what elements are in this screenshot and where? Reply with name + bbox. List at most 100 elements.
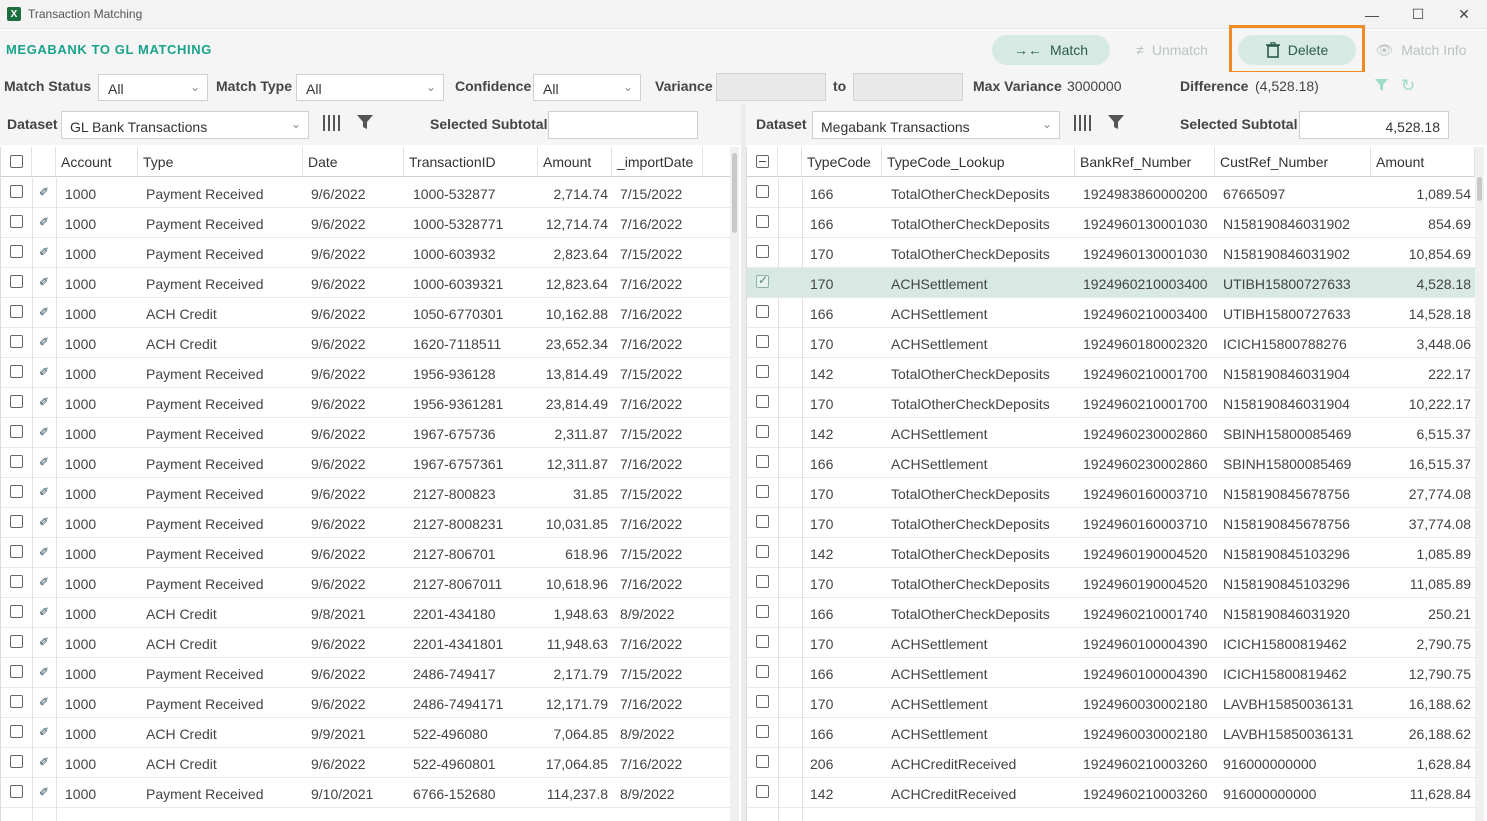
table-row[interactable]: ✐ 1000 Payment Received 9/6/2022 1967-675736… — [1, 448, 731, 478]
match-button[interactable]: →← Match — [992, 35, 1110, 65]
edit-icon[interactable]: ✐ — [39, 215, 49, 229]
table-row[interactable]: ✐ 1000 Payment Received 9/6/2022 1956-936128… — [1, 388, 731, 418]
match-info-button[interactable]: 👁 Match Info — [1366, 35, 1476, 65]
table-row[interactable]: ✐ 1000 Payment Received 9/6/2022 1967-675736… — [1, 418, 731, 448]
row-checkbox[interactable] — [10, 215, 23, 228]
left-scrollbar[interactable] — [730, 147, 739, 821]
table-row[interactable]: ✐ 1000 ACH Credit 9/9/2021 522-496080 7,064.8… — [1, 718, 731, 748]
column-header-bankref-number[interactable]: BankRef_Number — [1075, 147, 1215, 177]
row-checkbox[interactable] — [10, 605, 23, 618]
table-row[interactable]: ✐ 1000 Payment Received 9/6/2022 2127-800823… — [1, 478, 731, 508]
column-header-transactionid[interactable]: TransactionID — [404, 147, 538, 177]
row-checkbox[interactable] — [756, 273, 769, 288]
column-header-custref-number[interactable]: CustRef_Number — [1215, 147, 1371, 177]
row-checkbox[interactable] — [756, 305, 769, 318]
table-row[interactable]: ✐ 1000 Payment Received 9/6/2022 2127-806701… — [1, 538, 731, 568]
row-checkbox[interactable] — [10, 425, 23, 438]
column-header-amount[interactable]: Amount — [1371, 147, 1475, 177]
edit-icon[interactable]: ✐ — [39, 335, 49, 349]
row-checkbox[interactable] — [756, 665, 769, 678]
table-row[interactable]: 142 TotalOtherCheckDeposits 19249602100017… — [747, 358, 1475, 388]
table-row[interactable]: 170 ACHSettlement 1924960210003400 UTIBH158… — [747, 268, 1475, 298]
row-checkbox[interactable] — [756, 515, 769, 528]
edit-icon[interactable]: ✐ — [39, 635, 49, 649]
edit-icon[interactable]: ✐ — [39, 455, 49, 469]
filter-icon[interactable] — [357, 115, 373, 135]
table-row[interactable]: ✐ 1000 Payment Received 9/6/2022 1956-936128… — [1, 358, 731, 388]
table-row[interactable]: 166 ACHSettlement 1924960230002860 SBINH158… — [747, 448, 1475, 478]
row-checkbox[interactable] — [756, 245, 769, 258]
columns-icon[interactable] — [323, 115, 340, 136]
left-dataset-select[interactable]: GL Bank Transactions ⌄ — [61, 111, 309, 139]
row-checkbox[interactable] — [10, 485, 23, 498]
row-checkbox[interactable] — [10, 575, 23, 588]
row-checkbox[interactable] — [10, 665, 23, 678]
left-subtotal-field[interactable] — [548, 111, 698, 139]
table-row[interactable]: ✐ 1000 Payment Received 9/6/2022 1000-603932… — [1, 268, 731, 298]
table-row[interactable]: ✐ 1000 Payment Received 9/6/2022 2486-749417… — [1, 688, 731, 718]
row-checkbox[interactable] — [10, 515, 23, 528]
row-checkbox[interactable] — [756, 485, 769, 498]
right-scrollbar-thumb[interactable] — [1477, 177, 1482, 201]
variance-to-input[interactable] — [853, 73, 963, 101]
edit-icon[interactable]: ✐ — [39, 695, 49, 709]
row-checkbox[interactable] — [756, 425, 769, 438]
row-checkbox[interactable] — [756, 545, 769, 558]
table-row[interactable]: ✐ 1000 ACH Credit 9/6/2022 1050-6770301 10,16… — [1, 298, 731, 328]
row-checkbox[interactable] — [756, 755, 769, 768]
row-checkbox[interactable] — [756, 215, 769, 228]
row-checkbox[interactable] — [10, 785, 23, 798]
left-scrollbar-thumb[interactable] — [732, 153, 737, 233]
filter-icon[interactable] — [1374, 78, 1389, 97]
row-checkbox[interactable] — [10, 545, 23, 558]
row-checkbox[interactable] — [756, 725, 769, 738]
row-checkbox[interactable] — [756, 785, 769, 798]
table-row[interactable]: 170 ACHSettlement 1924960180002320 ICICH158… — [747, 328, 1475, 358]
filter-icon[interactable] — [1108, 115, 1124, 135]
edit-icon[interactable]: ✐ — [39, 665, 49, 679]
row-checkbox[interactable] — [10, 305, 23, 318]
row-checkbox[interactable] — [756, 365, 769, 378]
column-header-amount[interactable]: Amount — [538, 147, 612, 177]
row-checkbox[interactable] — [10, 335, 23, 348]
row-checkbox[interactable] — [10, 365, 23, 378]
column-header-typecode-lookup[interactable]: TypeCode_Lookup — [882, 147, 1075, 177]
table-row[interactable]: ✐ 1000 Payment Received 9/6/2022 1000-532877… — [1, 208, 731, 238]
table-row[interactable]: ✐ 1000 Payment Received 9/6/2022 1000-603932… — [1, 238, 731, 268]
table-row[interactable]: ✐ 1000 Payment Received 9/6/2022 1000-532877… — [1, 178, 731, 208]
table-row[interactable]: ✐ 1000 Payment Received 9/6/2022 2127-806701… — [1, 568, 731, 598]
table-row[interactable]: ✐ 1000 ACH Credit 9/6/2022 522-4960801 17,064… — [1, 748, 731, 778]
row-checkbox[interactable] — [10, 245, 23, 258]
table-row[interactable]: ✐ 1000 Payment Received 9/6/2022 2486-749417… — [1, 658, 731, 688]
table-row[interactable]: 166 TotalOtherCheckDeposits 19249602100017… — [747, 598, 1475, 628]
column-header-importdate[interactable]: _importDate — [612, 147, 703, 177]
table-row[interactable]: 166 ACHSettlement 1924960030002180 LAVBH158… — [747, 718, 1475, 748]
table-row[interactable]: 166 ACHSettlement 1924960100004390 ICICH158… — [747, 658, 1475, 688]
column-header-type[interactable]: Type — [138, 147, 303, 177]
table-row[interactable]: 170 TotalOtherCheckDeposits 19249602100017… — [747, 388, 1475, 418]
table-row[interactable]: 170 ACHSettlement 1924960100004390 ICICH158… — [747, 628, 1475, 658]
table-row[interactable]: ✐ 1000 Payment Received 9/10/2021 6766-15268… — [1, 778, 731, 808]
edit-icon[interactable]: ✐ — [39, 545, 49, 559]
edit-icon[interactable]: ✐ — [39, 395, 49, 409]
close-icon[interactable]: ✕ — [1441, 0, 1487, 29]
edit-icon[interactable]: ✐ — [39, 515, 49, 529]
table-row[interactable]: 166 ACHSettlement 1924960210003400 UTIBH158… — [747, 298, 1475, 328]
table-row[interactable]: 166 TotalOtherCheckDeposits 19249601300010… — [747, 208, 1475, 238]
column-header-typecode[interactable]: TypeCode — [802, 147, 882, 177]
column-header-date[interactable]: Date — [303, 147, 404, 177]
right-dataset-select[interactable]: Megabank Transactions ⌄ — [812, 111, 1060, 139]
row-checkbox[interactable] — [10, 395, 23, 408]
refresh-icon[interactable]: ↻ — [1401, 76, 1415, 96]
table-row[interactable]: 142 ACHCreditReceived 1924960210003260 9160… — [747, 778, 1475, 808]
edit-icon[interactable]: ✐ — [39, 725, 49, 739]
row-checkbox[interactable] — [10, 455, 23, 468]
unmatch-button[interactable]: ≠ Unmatch — [1122, 35, 1222, 65]
edit-icon[interactable]: ✐ — [39, 185, 49, 199]
table-row[interactable]: 170 TotalOtherCheckDeposits 19249601600037… — [747, 478, 1475, 508]
edit-icon[interactable]: ✐ — [39, 275, 49, 289]
row-checkbox[interactable] — [10, 635, 23, 648]
edit-icon[interactable]: ✐ — [39, 425, 49, 439]
row-checkbox[interactable] — [10, 755, 23, 768]
edit-icon[interactable]: ✐ — [39, 485, 49, 499]
